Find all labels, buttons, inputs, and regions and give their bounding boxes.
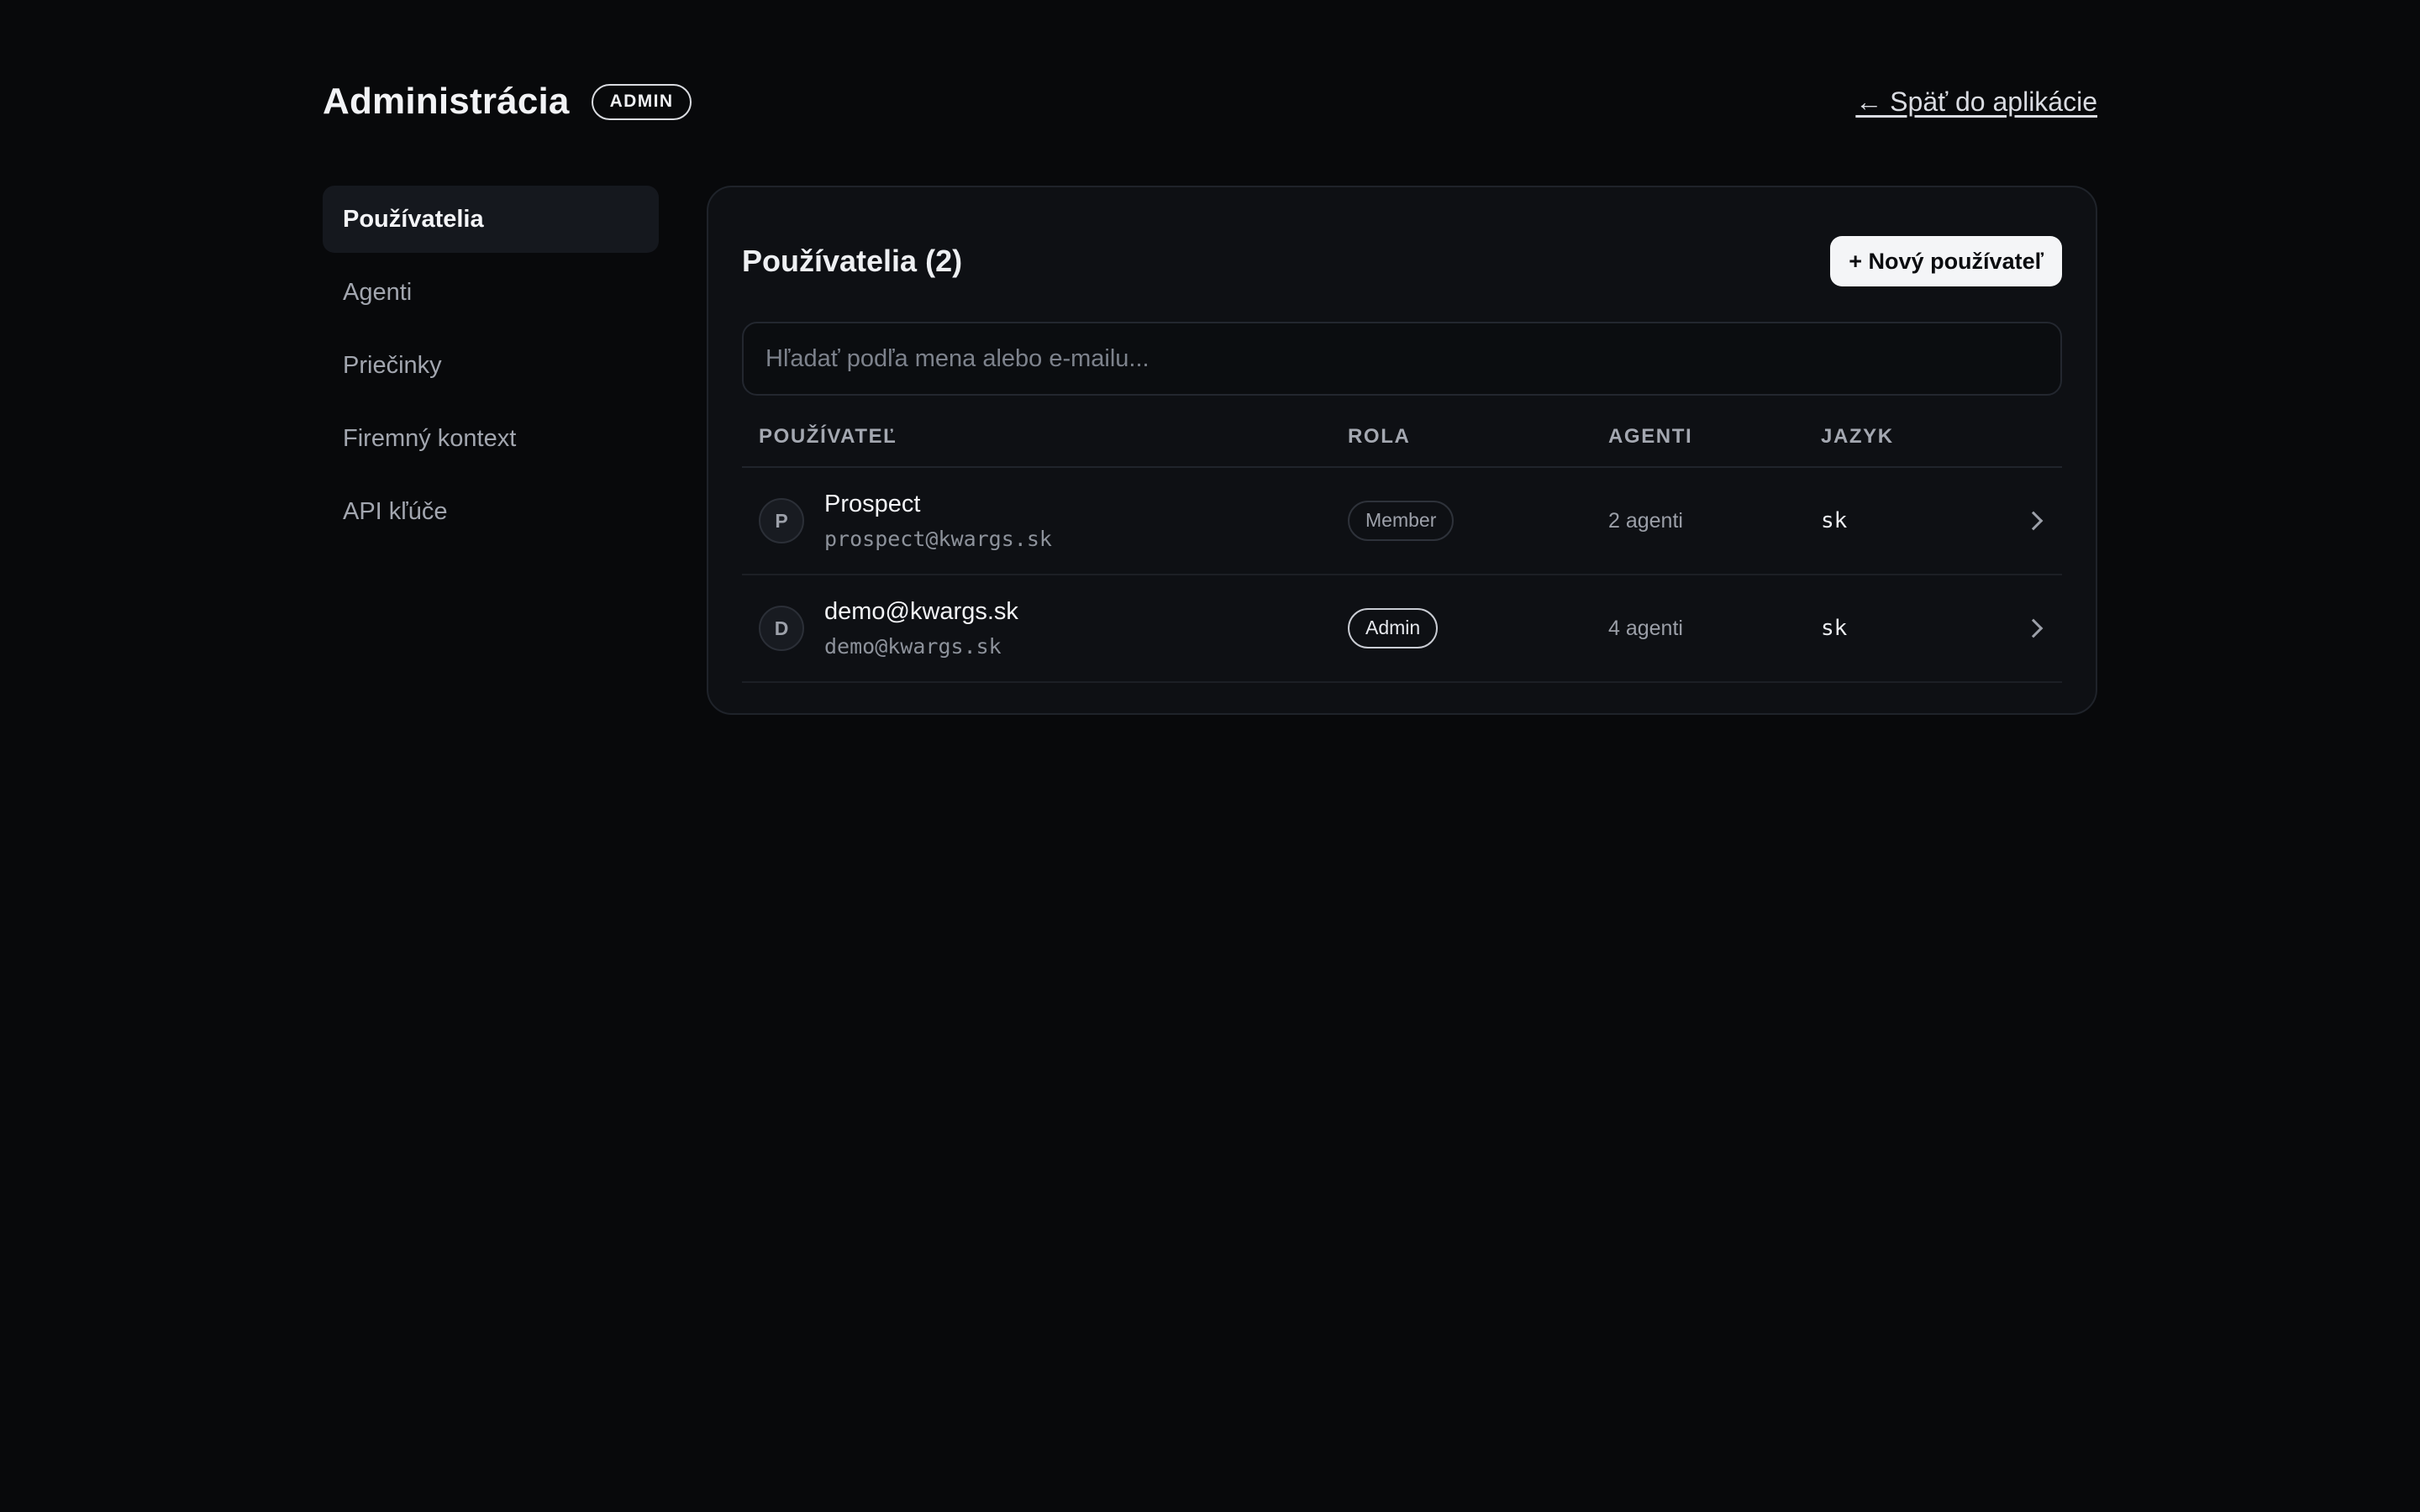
sidebar-item-users[interactable]: Používatelia (323, 186, 659, 253)
chevron-right-icon[interactable] (2023, 511, 2044, 531)
column-header-role[interactable]: ROLA (1348, 425, 1608, 449)
table-row[interactable]: D demo@kwargs.sk demo@kwargs.sk Admin 4 … (742, 575, 2062, 683)
user-name: Prospect (824, 491, 921, 517)
admin-badge: ADMIN (591, 83, 692, 120)
new-user-button[interactable]: + Nový používateľ (1830, 236, 2062, 286)
back-to-app-link[interactable]: ← Späť do aplikácie (1855, 87, 2097, 118)
users-title: Používatelia (2) (742, 244, 963, 278)
column-header-language[interactable]: JAZYK (1821, 425, 1989, 449)
role-badge: Member (1348, 501, 1455, 541)
language-code: sk (1821, 508, 1848, 533)
agents-count: 2 agenti (1608, 508, 1683, 533)
page-title: Administrácia (323, 81, 570, 122)
sidebar-item-folders[interactable]: Priečinky (323, 332, 659, 399)
column-header-agents[interactable]: AGENTI (1608, 425, 1821, 449)
sidebar-item-agents[interactable]: Agenti (323, 259, 659, 326)
users-panel: Používatelia (2) + Nový používateľ POUŽÍ… (707, 186, 2097, 715)
user-cell: P Prospect prospect@kwargs.sk (742, 491, 1348, 551)
search-box (742, 322, 2062, 396)
sidebar: Používatelia Agenti Priečinky Firemný ko… (323, 186, 659, 551)
chevron-right-icon[interactable] (2023, 618, 2044, 638)
sidebar-item-company-context[interactable]: Firemný kontext (323, 405, 659, 472)
avatar: D (759, 606, 804, 651)
page-header: Administrácia ADMIN ← Späť do aplikácie (323, 81, 2097, 123)
language-code: sk (1821, 616, 1848, 641)
sidebar-item-api-keys[interactable]: API kľúče (323, 478, 659, 545)
users-table: POUŽÍVATEĽ ROLA AGENTI JAZYK P Prospect … (742, 407, 2062, 683)
table-row[interactable]: P Prospect prospect@kwargs.sk Member 2 a… (742, 468, 2062, 575)
search-input[interactable] (764, 344, 2060, 374)
avatar: P (759, 498, 804, 543)
table-header: POUŽÍVATEĽ ROLA AGENTI JAZYK (742, 407, 2062, 468)
user-cell: D demo@kwargs.sk demo@kwargs.sk (742, 598, 1348, 659)
agents-count: 4 agenti (1608, 616, 1683, 640)
panel-header: Používatelia (2) + Nový používateľ (742, 236, 2062, 286)
role-badge: Admin (1348, 608, 1439, 648)
user-email: demo@kwargs.sk (824, 634, 1002, 659)
user-email: prospect@kwargs.sk (824, 527, 1052, 551)
brand: Administrácia ADMIN (323, 81, 692, 123)
user-name: demo@kwargs.sk (824, 598, 1018, 625)
column-header-user[interactable]: POUŽÍVATEĽ (742, 425, 1348, 449)
